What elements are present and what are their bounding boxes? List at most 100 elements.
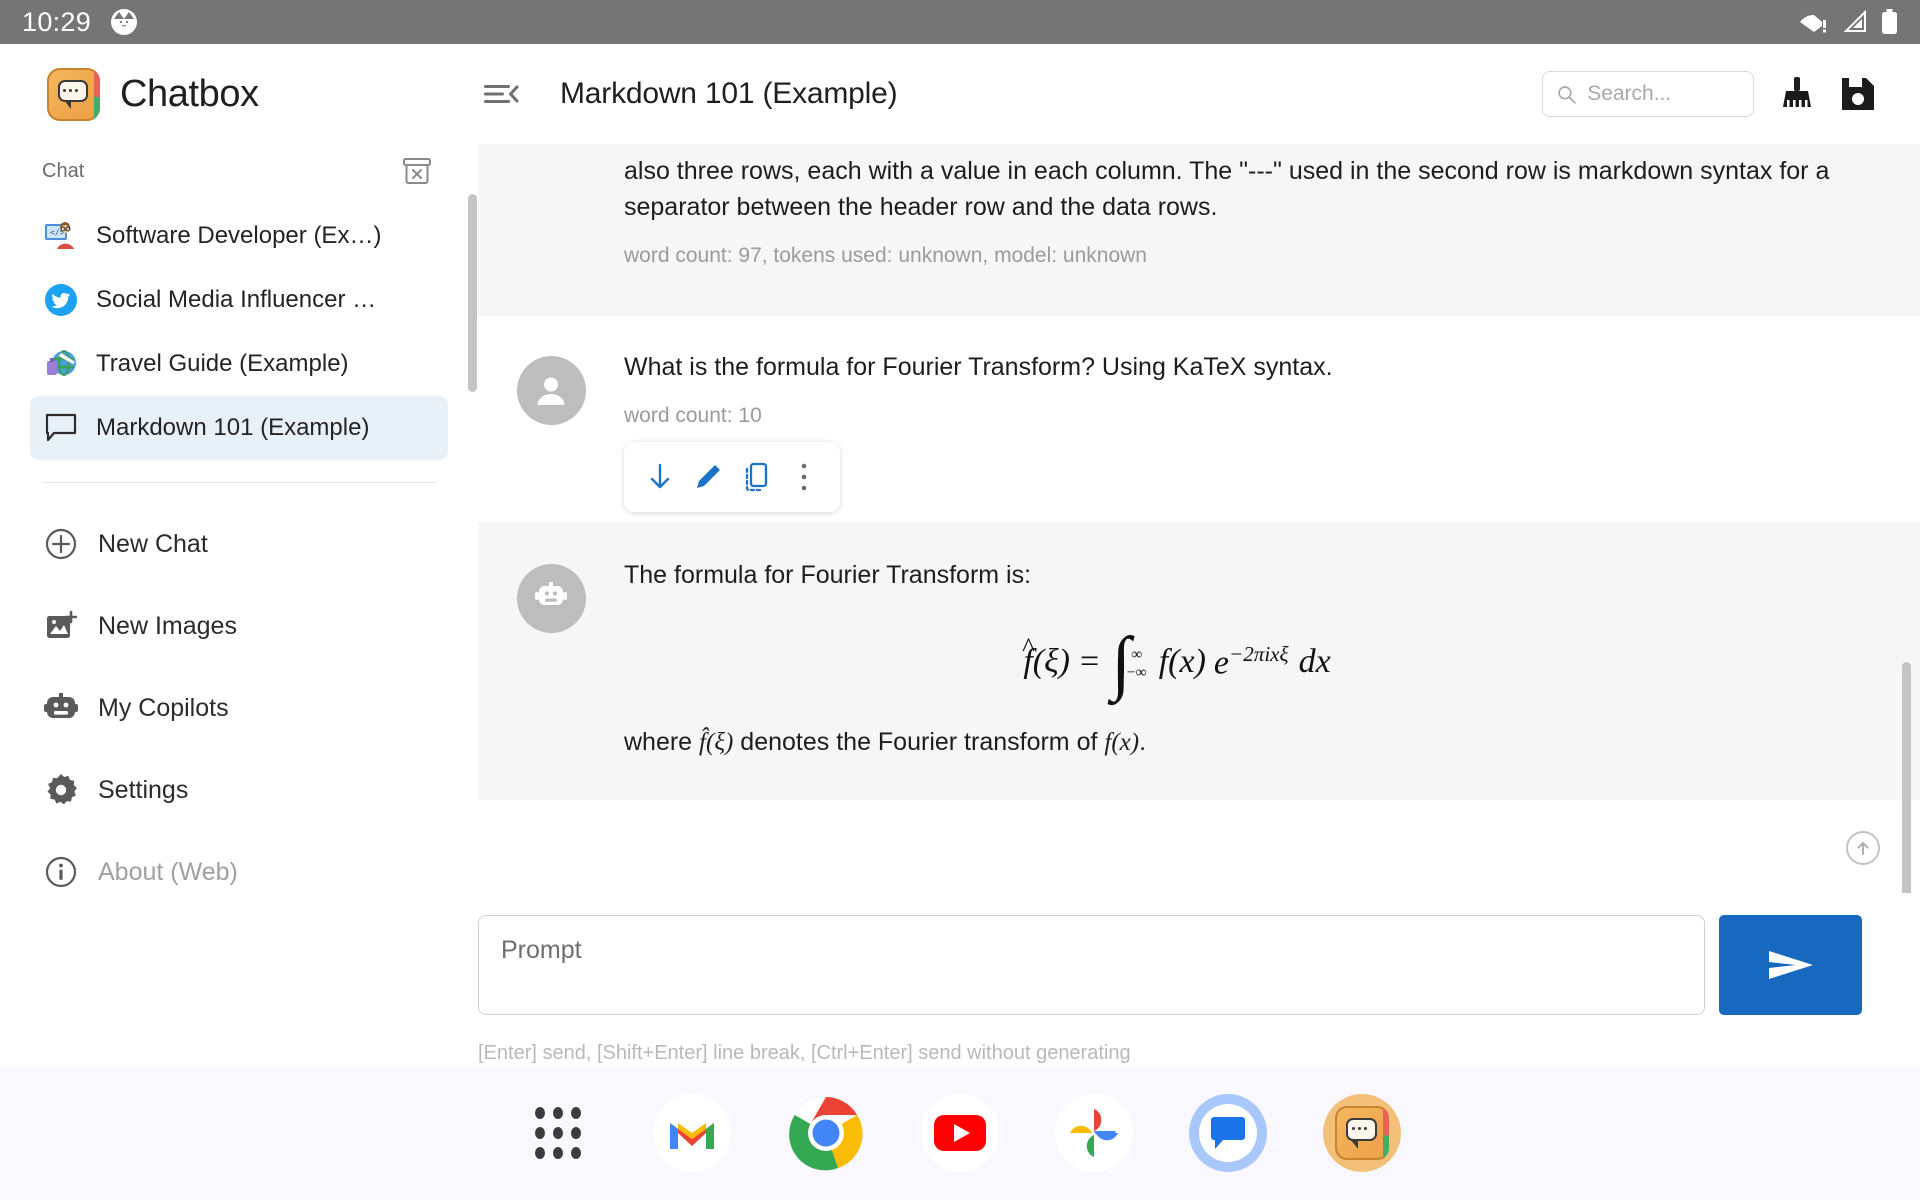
message-body: What is the formula for Fourier Transfor…: [624, 350, 1860, 512]
message-user: What is the formula for Fourier Transfor…: [478, 316, 1920, 522]
google-messages-icon[interactable]: [1189, 1093, 1267, 1172]
archive-glyph: [403, 158, 431, 184]
status-notification-icons: [111, 9, 138, 35]
status-system-icons: [1799, 9, 1898, 35]
sidebar-item-label: Settings: [98, 775, 189, 804]
sidebar-item-about-web[interactable]: About (Web): [30, 831, 448, 913]
gmail-icon[interactable]: [653, 1093, 731, 1172]
person-avatar-icon: [516, 356, 586, 425]
sidebar-item-new-chat[interactable]: New Chat: [30, 503, 448, 585]
message-avatar-placeholder: [478, 144, 624, 298]
composer: [Enter] send, [Shift+Enter] line break, …: [478, 893, 1920, 1065]
gear-glyph: [47, 774, 77, 805]
sidebar-scroll-region: Chat </> Software Developer (Ex…) Social…: [0, 144, 478, 1065]
app-drawer-icon[interactable]: [519, 1094, 597, 1172]
outro-part-2: denotes the Fourier transform of: [733, 727, 1105, 756]
developer-glyph: </>: [45, 222, 74, 249]
sidebar-scrollbar-thumb[interactable]: [468, 194, 477, 392]
google-photos-icon[interactable]: [1055, 1093, 1133, 1172]
sidebar-item-new-images[interactable]: New Images: [30, 585, 448, 667]
message-body: also three rows, each with a value in ea…: [624, 144, 1860, 298]
plus-circle-icon: [44, 527, 78, 561]
app-body: Chat </> Software Developer (Ex…) Social…: [0, 144, 1920, 1065]
archive-box-x-icon[interactable]: [402, 157, 432, 185]
chrome-icon[interactable]: [787, 1094, 865, 1172]
sidebar-item-settings[interactable]: Settings: [30, 749, 448, 831]
composer-row: [478, 915, 1862, 1020]
arrow-down-glyph: [650, 463, 670, 488]
robot-glyph: [44, 693, 78, 718]
message-body: The formula for Fourier Transform is: ^ f…: [624, 558, 1860, 761]
message-avatar-col: [478, 558, 624, 761]
twitter-glyph: [45, 284, 77, 316]
sidebar-item-label: My Copilots: [98, 693, 229, 722]
inline-fx: f(x): [1104, 728, 1140, 756]
photos-circle: [1055, 1093, 1133, 1172]
inline-fhat-xi: f̂(ξ): [699, 728, 734, 756]
sidebar-chat-software-developer[interactable]: </> Software Developer (Ex…): [30, 204, 448, 268]
chat-bubble-icon: [44, 411, 78, 445]
sidebar-chat-markdown-101[interactable]: Markdown 101 (Example): [30, 396, 448, 460]
chrome-glyph: [789, 1096, 863, 1170]
wifi-warning-icon: [1800, 15, 1826, 33]
fourier-transform-formula: ^ f (ξ) = ∫ ∞ −∞ f(x) e−2πixξ dx: [1022, 622, 1331, 702]
sidebar: Chat </> Software Developer (Ex…) Social…: [0, 144, 478, 1065]
messages-glyph: [1211, 1116, 1245, 1149]
search-box[interactable]: [1542, 71, 1754, 117]
download-icon[interactable]: [643, 460, 677, 494]
message-meta: word count: 97, tokens used: unknown, mo…: [624, 243, 1147, 267]
outro-part-1: where: [624, 727, 700, 756]
gear-icon: [44, 773, 78, 807]
menu-collapse-icon[interactable]: [478, 80, 526, 108]
sidebar-chat-travel-guide[interactable]: Travel Guide (Example): [30, 332, 448, 396]
gmail-glyph: [670, 1122, 714, 1149]
chat-section-header: Chat: [0, 144, 478, 198]
prompt-input[interactable]: [478, 915, 1705, 1015]
message-meta: word count: 10: [624, 403, 762, 427]
status-clock: 10:29: [22, 6, 92, 37]
send-button[interactable]: [1719, 915, 1862, 1015]
brand-area: Chatbox: [0, 67, 478, 121]
arrow-up-glyph: [1857, 841, 1869, 856]
composer-hint: [Enter] send, [Shift+Enter] line break, …: [478, 1042, 1131, 1064]
more-options-icon[interactable]: [787, 460, 821, 494]
sidebar-item-label: New Chat: [98, 529, 208, 558]
messages-circle: [1189, 1093, 1267, 1172]
chatbox-logo-icon: [47, 67, 100, 121]
chat-scrollbar-thumb[interactable]: [1902, 662, 1911, 893]
broom-glyph: [1783, 77, 1811, 109]
app-header: Chatbox Markdown 101 (Example): [0, 44, 1920, 144]
twitter-bird-icon: [44, 283, 78, 317]
plus-circle-glyph: [45, 528, 77, 560]
copy-icon[interactable]: [739, 460, 773, 494]
cat-avatar-icon: [111, 9, 138, 35]
android-dock: [0, 1065, 1920, 1200]
header-actions: [1542, 71, 1920, 117]
chatbox-app-window: Chatbox Markdown 101 (Example) Search...…: [0, 44, 1920, 1065]
search-icon: [1558, 85, 1576, 104]
scroll-to-top-icon[interactable]: [1846, 831, 1880, 865]
search-input[interactable]: [1587, 82, 1739, 106]
sidebar-nav: New Chat New Images My Copilots Settings…: [0, 483, 478, 913]
cellular-signal-icon: [1843, 10, 1866, 32]
sidebar-item-my-copilots[interactable]: My Copilots: [30, 667, 448, 749]
gmail-circle: [653, 1093, 731, 1172]
youtube-icon[interactable]: [921, 1093, 999, 1172]
floppy-save-icon[interactable]: [1840, 76, 1876, 112]
developer-emoji-icon: </>: [44, 219, 78, 253]
broom-clean-icon[interactable]: [1780, 75, 1814, 113]
message-text-outro: where f̂(ξ) denotes the Fourier transfor…: [624, 725, 1860, 761]
page-title: Markdown 101 (Example): [560, 77, 898, 110]
cat-face-glyph: [119, 20, 129, 27]
sidebar-chat-label: Social Media Influencer …: [96, 286, 377, 313]
edit-pencil-icon[interactable]: [691, 460, 725, 494]
status-bar: 10:29: [0, 0, 1920, 44]
chatbox-app-icon[interactable]: [1323, 1093, 1401, 1172]
sidebar-chat-label: Software Developer (Ex…): [96, 222, 382, 249]
message-list: also three rows, each with a value in ea…: [478, 144, 1920, 893]
sidebar-chat-social-media-influencer[interactable]: Social Media Influencer …: [30, 268, 448, 332]
info-circle-icon: [44, 855, 78, 889]
youtube-circle: [921, 1093, 999, 1172]
kebab-glyph: [801, 463, 807, 491]
chatbox-circle: [1323, 1093, 1401, 1172]
